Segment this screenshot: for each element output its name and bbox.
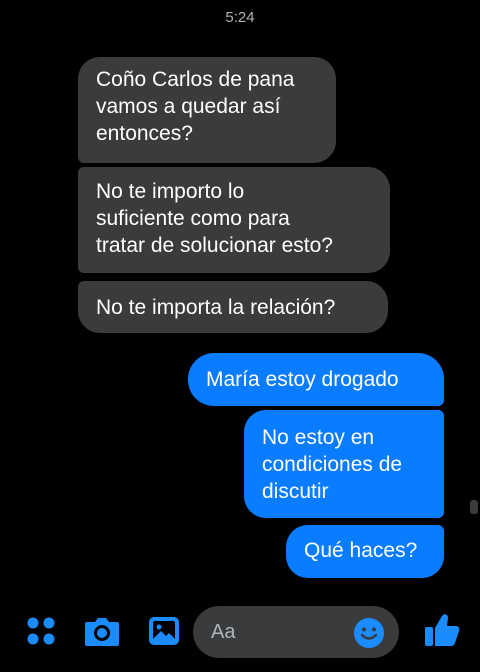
- message-input[interactable]: Aa: [193, 606, 399, 658]
- outgoing-message-bubble[interactable]: Qué haces?: [286, 525, 444, 578]
- menu-dots-icon[interactable]: [24, 614, 58, 648]
- incoming-message-bubble[interactable]: No te importa la relación?: [78, 281, 388, 333]
- message-input-placeholder: Aa: [211, 621, 236, 643]
- camera-icon[interactable]: [83, 614, 121, 648]
- outgoing-message-bubble[interactable]: No estoy en condiciones de discutir: [244, 410, 444, 518]
- outgoing-message-bubble[interactable]: María estoy drogado: [188, 353, 444, 406]
- thumbs-up-icon[interactable]: [422, 610, 462, 650]
- incoming-message-bubble[interactable]: Coño Carlos de pana vamos a quedar así e…: [78, 57, 336, 163]
- message-timestamp: 5:24: [225, 9, 255, 26]
- scroll-indicator: [470, 500, 478, 514]
- emoji-icon[interactable]: [353, 617, 385, 649]
- incoming-message-bubble[interactable]: No te importo lo suficiente como para tr…: [78, 167, 390, 273]
- gallery-icon[interactable]: [146, 614, 182, 648]
